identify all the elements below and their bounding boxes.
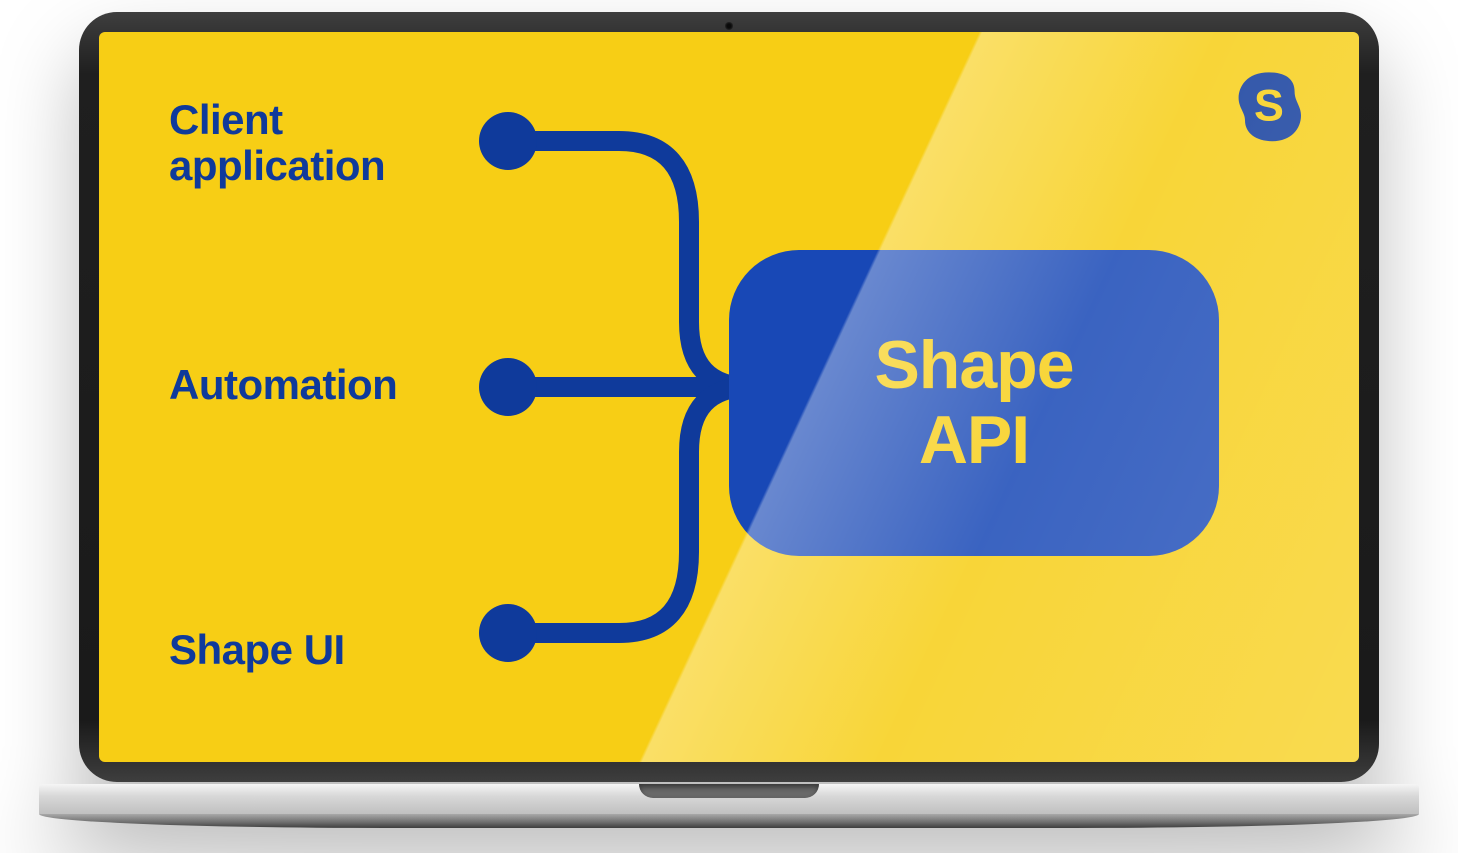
node-label-automation: Automation bbox=[169, 362, 397, 408]
hub-title-line1: Shape bbox=[874, 328, 1073, 403]
laptop-base bbox=[39, 784, 1419, 842]
laptop-bezel: Client application Automation Shape UI S… bbox=[79, 12, 1379, 782]
camera-dot bbox=[725, 22, 733, 30]
hub-shape-api: Shape API bbox=[729, 250, 1219, 556]
node-dot-client-application bbox=[479, 112, 537, 170]
node-label-client-application: Client application bbox=[169, 97, 429, 189]
laptop-base-top bbox=[39, 784, 1419, 814]
hub-title-line2: API bbox=[919, 403, 1029, 478]
node-label-shape-ui: Shape UI bbox=[169, 627, 345, 673]
node-dot-automation bbox=[479, 358, 537, 416]
architecture-diagram: Client application Automation Shape UI S… bbox=[99, 32, 1359, 762]
laptop-base-bottom bbox=[39, 814, 1419, 828]
connector-client-to-api bbox=[509, 141, 749, 387]
laptop-screen: Client application Automation Shape UI S… bbox=[99, 32, 1359, 762]
brand-logo-icon: S bbox=[1229, 66, 1309, 146]
connector-shapeui-to-api bbox=[509, 387, 749, 633]
node-dot-shape-ui bbox=[479, 604, 537, 662]
brand-logo-letter: S bbox=[1254, 80, 1284, 130]
laptop-device: Client application Automation Shape UI S… bbox=[79, 12, 1379, 842]
laptop-notch bbox=[639, 784, 819, 798]
